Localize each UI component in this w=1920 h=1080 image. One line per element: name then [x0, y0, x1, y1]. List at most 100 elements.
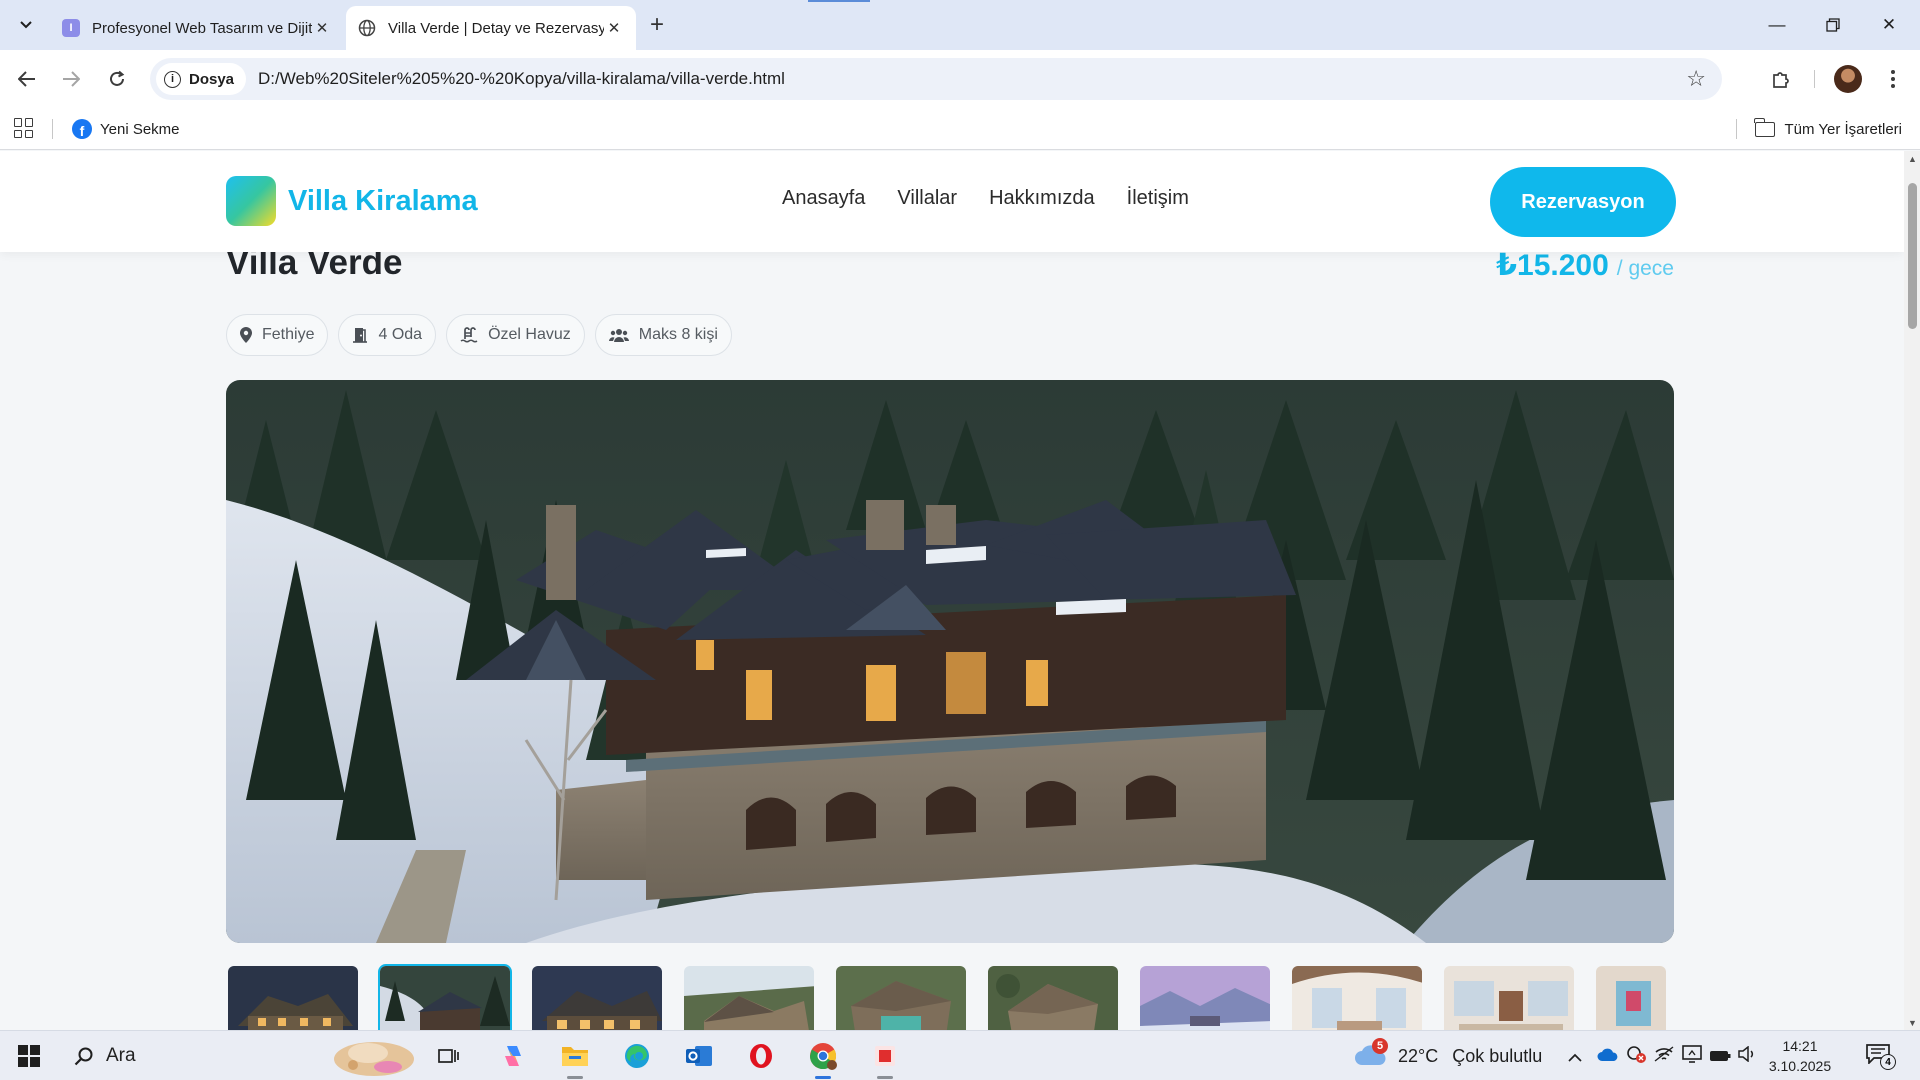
tab-favicon: I	[62, 19, 80, 37]
clock-time: 14:21	[1782, 1038, 1818, 1054]
opera-icon[interactable]	[744, 1039, 778, 1073]
scrollbar-thumb[interactable]	[1908, 183, 1917, 329]
new-tab-button[interactable]: +	[650, 12, 664, 38]
windows-taskbar: Ara 5 22°C Çok bulutlu 14:21 3.10.2025 4	[0, 1030, 1920, 1080]
reservation-button[interactable]: Rezervasyon	[1490, 167, 1676, 237]
minimize-button[interactable]: —	[1750, 8, 1804, 42]
info-icon: i	[164, 70, 181, 88]
nav-link-hakkimizda[interactable]: Hakkımızda	[989, 187, 1095, 210]
url-text[interactable]: D:/Web%20Siteler%205%20-%20Kopya/villa-k…	[258, 69, 785, 89]
weather-badge: 5	[1372, 1038, 1388, 1054]
window-close-button[interactable]: ✕	[1862, 8, 1916, 42]
clock-date: 3.10.2025	[1768, 1058, 1832, 1074]
outlook-icon[interactable]	[682, 1039, 716, 1073]
chevron-up-icon[interactable]	[1562, 1046, 1588, 1067]
back-button[interactable]	[12, 64, 42, 94]
edge-icon[interactable]	[620, 1039, 654, 1073]
thumbnail-6[interactable]	[986, 964, 1120, 1030]
forward-button[interactable]	[56, 64, 86, 94]
windows-start-icon[interactable]	[18, 1045, 40, 1067]
thumbnail-8[interactable]	[1290, 964, 1424, 1030]
thumbnail-7[interactable]	[1138, 964, 1272, 1030]
arrow-right-icon	[63, 71, 80, 87]
feature-pool: Özel Havuz	[446, 314, 585, 356]
thumbnail-strip	[226, 964, 1668, 1030]
pdf-app-icon[interactable]	[868, 1039, 902, 1079]
logo-mark-icon	[226, 176, 276, 226]
browser-tab-profesyonel[interactable]: I Profesyonel Web Tasarım ve Dijital ✕	[50, 6, 344, 50]
puzzle-icon	[1773, 72, 1789, 88]
folder-icon	[1754, 117, 1776, 137]
thumbnail-3[interactable]	[530, 964, 664, 1030]
search-placeholder: Ara	[106, 1045, 136, 1066]
volume-icon[interactable]	[1734, 1044, 1762, 1067]
thumbnail-10[interactable]	[1594, 964, 1668, 1030]
profile-avatar[interactable]	[1834, 65, 1862, 93]
location-pin-icon	[240, 327, 252, 343]
thumbnail-4[interactable]	[682, 964, 816, 1030]
feature-location: Fethiye	[226, 314, 329, 356]
bookmark-star-icon[interactable]: ☆	[1686, 66, 1706, 92]
thumbnail-9[interactable]	[1442, 964, 1576, 1030]
system-tray-icons	[1562, 1031, 1762, 1080]
display-icon[interactable]	[1678, 1044, 1706, 1068]
bookmarks-bar: f Yeni Sekme Tüm Yer İşaretleri	[0, 108, 1920, 150]
feature-label: Maks 8 kişi	[638, 326, 718, 343]
network-error-icon[interactable]	[1622, 1044, 1650, 1069]
browser-menu-button[interactable]	[1878, 64, 1908, 94]
onedrive-icon[interactable]	[1594, 1046, 1622, 1067]
running-indicator	[877, 1076, 893, 1079]
thumbnail-1[interactable]	[226, 964, 360, 1030]
reload-button[interactable]	[102, 64, 132, 94]
apps-grid-icon[interactable]	[14, 118, 34, 138]
site-logo[interactable]: Villa Kiralama	[226, 176, 478, 226]
restore-button[interactable]	[1806, 8, 1860, 42]
villa-features: Fethiye 4 Oda Özel Havuz Maks 8 kişi	[226, 314, 732, 356]
site-info-chip[interactable]: i Dosya	[156, 63, 247, 95]
thumbnail-2-selected[interactable]	[378, 964, 512, 1030]
copilot-icon[interactable]	[496, 1039, 530, 1073]
battery-icon[interactable]	[1706, 1046, 1734, 1067]
bookmark-yeni-sekme[interactable]: f Yeni Sekme	[72, 116, 180, 142]
page-scrollbar[interactable]: ▲ ▼	[1904, 151, 1920, 1030]
feature-rooms: 4 Oda	[338, 314, 437, 356]
tab-title: Villa Verde | Detay ve Rezervasyon	[388, 19, 604, 37]
address-bar[interactable]: i Dosya D:/Web%20Siteler%205%20-%20Kopya…	[150, 58, 1722, 100]
arrow-left-icon	[18, 71, 35, 87]
wifi-icon[interactable]	[1650, 1045, 1678, 1067]
chrome-icon[interactable]	[806, 1039, 840, 1079]
weather-temperature: 22°C	[1398, 1045, 1439, 1066]
logo-text: Villa Kiralama	[288, 184, 478, 217]
file-explorer-icon[interactable]	[558, 1039, 592, 1079]
tab-strip-indicator	[808, 0, 870, 2]
site-chip-label: Dosya	[189, 70, 235, 88]
browser-tab-bar: I Profesyonel Web Tasarım ve Dijital ✕ V…	[0, 0, 1920, 50]
browser-tab-villa-verde[interactable]: Villa Verde | Detay ve Rezervasyon ✕	[346, 6, 636, 50]
all-bookmarks-label: Tüm Yer İşaretleri	[1784, 120, 1902, 138]
facebook-icon: f	[72, 119, 92, 139]
notification-center-button[interactable]: 4	[1866, 1044, 1896, 1070]
running-indicator	[567, 1076, 583, 1079]
all-bookmarks-button[interactable]: Tüm Yer İşaretleri	[1754, 116, 1902, 142]
running-indicator	[815, 1076, 831, 1079]
close-icon[interactable]: ✕	[604, 19, 624, 37]
tab-search-button[interactable]	[10, 9, 42, 41]
thumbnail-5[interactable]	[834, 964, 968, 1030]
page-viewport: Villa Kiralama Anasayfa Villalar Hakkımı…	[0, 151, 1904, 1030]
system-clock[interactable]: 14:21 3.10.2025	[1760, 1036, 1840, 1076]
close-icon[interactable]: ✕	[312, 19, 332, 37]
villa-main-image[interactable]	[226, 380, 1674, 943]
site-header: Villa Kiralama Anasayfa Villalar Hakkımı…	[0, 151, 1904, 252]
scroll-up-arrow-icon[interactable]: ▲	[1908, 154, 1917, 164]
task-view-icon[interactable]	[432, 1039, 466, 1073]
extensions-button[interactable]	[1766, 64, 1796, 94]
weather-widget[interactable]: 5 22°C Çok bulutlu	[1354, 1031, 1542, 1080]
search-highlight-image	[334, 1042, 414, 1076]
nav-link-villalar[interactable]: Villalar	[897, 187, 957, 210]
toolbar-divider	[1814, 70, 1815, 88]
price-unit: / gece	[1616, 257, 1674, 280]
scroll-down-arrow-icon[interactable]: ▼	[1908, 1018, 1917, 1028]
bookmark-label: Yeni Sekme	[100, 120, 180, 138]
nav-link-anasayfa[interactable]: Anasayfa	[782, 187, 865, 210]
nav-link-iletisim[interactable]: İletişim	[1127, 187, 1189, 210]
